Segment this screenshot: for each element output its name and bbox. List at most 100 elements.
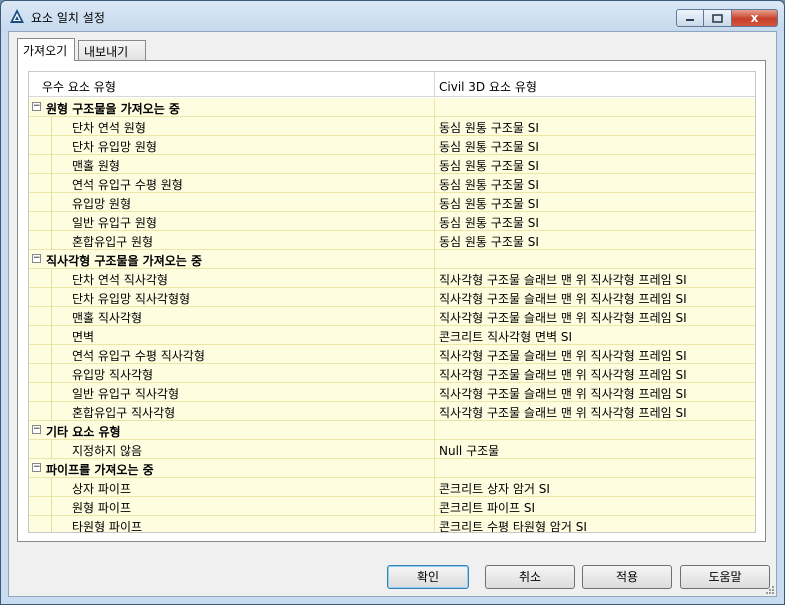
- civil3d-part-type-cell[interactable]: 직사각형 구조물 슬래브 맨 위 직사각형 프레임 SI: [439, 290, 687, 307]
- cell-divider: [434, 402, 435, 421]
- civil3d-part-type-cell[interactable]: 직사각형 구조물 슬래브 맨 위 직사각형 프레임 SI: [439, 385, 687, 402]
- civil3d-part-type-cell[interactable]: 직사각형 구조물 슬래브 맨 위 직사각형 프레임 SI: [439, 404, 687, 421]
- ok-button[interactable]: 확인: [387, 565, 469, 589]
- civil3d-part-type-cell[interactable]: 동심 원통 구조물 SI: [439, 195, 539, 212]
- civil3d-part-type-cell[interactable]: 직사각형 구조물 슬래브 맨 위 직사각형 프레임 SI: [439, 366, 687, 383]
- storm-part-type-cell: 타원형 파이프: [72, 520, 143, 533]
- group-label: 기타 요소 유형: [46, 425, 121, 439]
- cell-divider: [434, 269, 435, 288]
- civil3d-part-type-cell[interactable]: 동심 원통 구조물 SI: [439, 214, 539, 231]
- table-row[interactable]: 단차 연석 직사각형 직사각형 구조물 슬래브 맨 위 직사각형 프레임 SI: [29, 269, 755, 288]
- column-divider[interactable]: [434, 72, 435, 97]
- storm-part-type-cell: 일반 유입구 직사각형: [72, 387, 179, 401]
- table-row[interactable]: 단차 유입망 직사각형형 직사각형 구조물 슬래브 맨 위 직사각형 프레임 SI: [29, 288, 755, 307]
- indent-line: [51, 174, 52, 193]
- maximize-icon: [712, 13, 723, 23]
- civil3d-part-type-cell[interactable]: 콘크리트 직사각형 면벽 SI: [439, 328, 572, 345]
- tab-panel-import: 우수 요소 유형 Civil 3D 요소 유형 − 원형 구조물을 가져오는 중단…: [17, 60, 766, 542]
- civil3d-part-type-cell[interactable]: 콘크리트 수평 타원형 암거 SI: [439, 518, 587, 532]
- cell-divider: [434, 231, 435, 250]
- table-row[interactable]: 지정하지 않음 Null 구조물: [29, 440, 755, 459]
- column-header-civil3d-part-type[interactable]: Civil 3D 요소 유형: [439, 78, 537, 95]
- group-label: 원형 구조물을 가져오는 중: [46, 102, 180, 116]
- storm-part-type-cell: 상자 파이프: [72, 482, 132, 496]
- cell-divider: [434, 307, 435, 326]
- window-title: 요소 일치 설정: [31, 11, 105, 25]
- resize-grip-icon[interactable]: [763, 583, 775, 595]
- storm-part-type-cell: 유입망 원형: [72, 197, 132, 211]
- indent-line: [51, 269, 52, 288]
- storm-part-type-cell: 지정하지 않음: [72, 444, 143, 458]
- storm-part-type-cell: 단차 연석 직사각형: [72, 273, 168, 287]
- cell-divider: [434, 98, 435, 117]
- storm-part-type-cell: 혼합유입구 원형: [72, 235, 154, 249]
- cell-divider: [434, 117, 435, 136]
- collapse-icon[interactable]: −: [32, 102, 41, 111]
- table-row[interactable]: 유입망 원형 동심 원통 구조물 SI: [29, 193, 755, 212]
- collapse-icon[interactable]: −: [32, 425, 41, 434]
- storm-part-type-cell: 일반 유입구 원형: [72, 216, 157, 230]
- civil3d-app-icon: [10, 9, 24, 23]
- civil3d-part-type-cell[interactable]: 동심 원통 구조물 SI: [439, 176, 539, 193]
- cell-divider: [434, 174, 435, 193]
- table-row[interactable]: 혼합유입구 직사각형 직사각형 구조물 슬래브 맨 위 직사각형 프레임 SI: [29, 402, 755, 421]
- indent-line: [51, 383, 52, 402]
- group-row[interactable]: − 기타 요소 유형: [29, 421, 755, 440]
- indent-line: [51, 193, 52, 212]
- collapse-icon[interactable]: −: [32, 463, 41, 472]
- close-button[interactable]: x: [732, 9, 778, 27]
- group-row[interactable]: − 파이프를 가져오는 중: [29, 459, 755, 478]
- civil3d-part-type-cell[interactable]: 동심 원통 구조물 SI: [439, 138, 539, 155]
- table-row[interactable]: 연석 유입구 수평 원형 동심 원통 구조물 SI: [29, 174, 755, 193]
- collapse-icon[interactable]: −: [32, 254, 41, 263]
- storm-part-type-cell: 단차 연석 원형: [72, 121, 146, 135]
- help-button[interactable]: 도움말: [680, 565, 770, 589]
- apply-button[interactable]: 적용: [582, 565, 672, 589]
- table-row[interactable]: 맨홀 직사각형 직사각형 구조물 슬래브 맨 위 직사각형 프레임 SI: [29, 307, 755, 326]
- group-row[interactable]: − 직사각형 구조물을 가져오는 중: [29, 250, 755, 269]
- cell-divider: [434, 364, 435, 383]
- column-header-storm-part-type[interactable]: 우수 요소 유형: [42, 78, 116, 95]
- cell-divider: [434, 516, 435, 532]
- table-row[interactable]: 단차 연석 원형 동심 원통 구조물 SI: [29, 117, 755, 136]
- cell-divider: [434, 136, 435, 155]
- table-row[interactable]: 상자 파이프 콘크리트 상자 암거 SI: [29, 478, 755, 497]
- civil3d-part-type-cell[interactable]: 직사각형 구조물 슬래브 맨 위 직사각형 프레임 SI: [439, 271, 687, 288]
- tab-import[interactable]: 가져오기: [17, 38, 75, 61]
- table-row[interactable]: 연석 유입구 수평 직사각형 직사각형 구조물 슬래브 맨 위 직사각형 프레임 …: [29, 345, 755, 364]
- table-row[interactable]: 맨홀 원형 동심 원통 구조물 SI: [29, 155, 755, 174]
- civil3d-part-type-cell[interactable]: 동심 원통 구조물 SI: [439, 119, 539, 136]
- maximize-button[interactable]: [704, 9, 732, 27]
- minimize-button[interactable]: [676, 9, 704, 27]
- civil3d-part-type-cell[interactable]: 콘크리트 상자 암거 SI: [439, 480, 550, 497]
- table-row[interactable]: 일반 유입구 직사각형 직사각형 구조물 슬래브 맨 위 직사각형 프레임 SI: [29, 383, 755, 402]
- storm-part-type-cell: 면벽: [72, 330, 95, 344]
- dialog-client-area: 가져오기 내보내기 우수 요소 유형 Civil 3D 요소 유형 − 원형 구조…: [8, 31, 777, 597]
- table-row[interactable]: 단차 유입망 원형 동심 원통 구조물 SI: [29, 136, 755, 155]
- title-bar[interactable]: 요소 일치 설정 x: [1, 1, 784, 31]
- cell-divider: [434, 459, 435, 478]
- civil3d-part-type-cell[interactable]: 동심 원통 구조물 SI: [439, 157, 539, 174]
- storm-part-type-cell: 단차 유입망 직사각형형: [72, 292, 191, 306]
- table-row[interactable]: 면벽 콘크리트 직사각형 면벽 SI: [29, 326, 755, 345]
- cell-divider: [434, 421, 435, 440]
- close-icon: x: [750, 11, 759, 25]
- civil3d-part-type-cell[interactable]: 직사각형 구조물 슬래브 맨 위 직사각형 프레임 SI: [439, 309, 687, 326]
- cancel-button[interactable]: 취소: [485, 565, 575, 589]
- table-row[interactable]: 타원형 파이프 콘크리트 수평 타원형 암거 SI: [29, 516, 755, 533]
- group-row[interactable]: − 원형 구조물을 가져오는 중: [29, 98, 755, 117]
- civil3d-part-type-cell[interactable]: 콘크리트 파이프 SI: [439, 499, 535, 516]
- table-row[interactable]: 혼합유입구 원형 동심 원통 구조물 SI: [29, 231, 755, 250]
- civil3d-part-type-cell[interactable]: 직사각형 구조물 슬래브 맨 위 직사각형 프레임 SI: [439, 347, 687, 364]
- indent-line: [51, 117, 52, 136]
- table-row[interactable]: 유입망 직사각형 직사각형 구조물 슬래브 맨 위 직사각형 프레임 SI: [29, 364, 755, 383]
- tab-export[interactable]: 내보내기: [78, 40, 146, 60]
- indent-line: [51, 516, 52, 532]
- indent-line: [51, 155, 52, 174]
- civil3d-part-type-cell[interactable]: 동심 원통 구조물 SI: [439, 233, 539, 250]
- civil3d-part-type-cell[interactable]: Null 구조물: [439, 442, 499, 459]
- indent-line: [51, 212, 52, 231]
- table-row[interactable]: 원형 파이프 콘크리트 파이프 SI: [29, 497, 755, 516]
- table-row[interactable]: 일반 유입구 원형 동심 원통 구조물 SI: [29, 212, 755, 231]
- group-label: 직사각형 구조물을 가져오는 중: [46, 254, 203, 268]
